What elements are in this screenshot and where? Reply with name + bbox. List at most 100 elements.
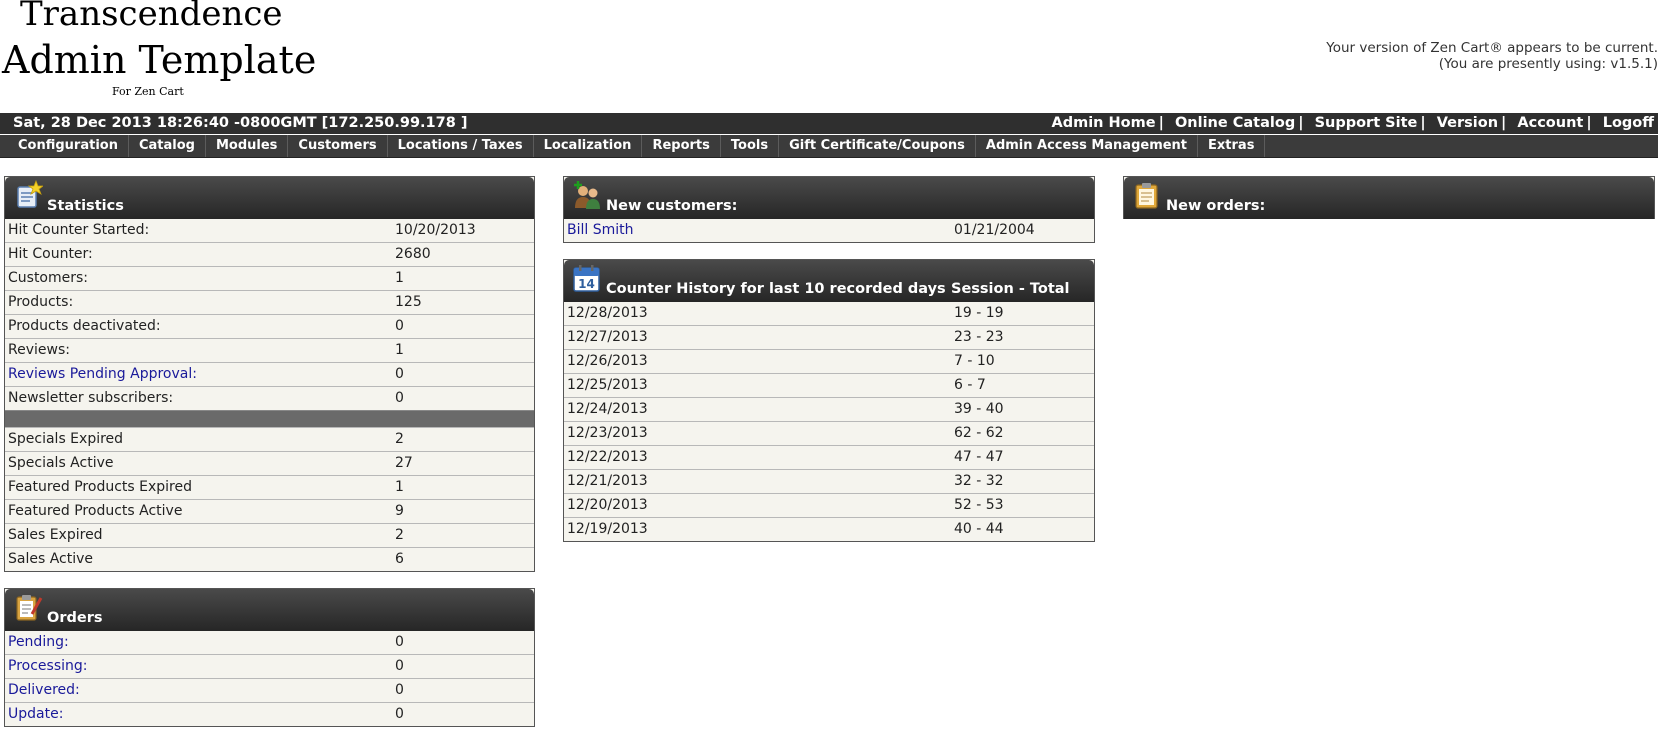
link-separator: | bbox=[1501, 115, 1507, 131]
support-site-link[interactable]: Support Site bbox=[1315, 115, 1418, 131]
stat-label: Hit Counter: bbox=[8, 246, 93, 262]
order-count: 0 bbox=[395, 634, 404, 650]
new-orders-panel: New orders: bbox=[1123, 176, 1655, 219]
server-datetime: Sat, 28 Dec 2013 18:26:40 -0800GMT [172.… bbox=[13, 115, 468, 131]
menu-configuration[interactable]: Configuration bbox=[0, 135, 129, 157]
version-link[interactable]: Version bbox=[1437, 115, 1498, 131]
stat-value: 1 bbox=[395, 270, 404, 286]
table-row: Sales Active 6 bbox=[5, 547, 534, 571]
orders-delivered-link[interactable]: Delivered: bbox=[8, 682, 80, 698]
counter-history-rows: 12/28/2013 19 - 19 12/27/2013 23 - 23 12/2… bbox=[564, 302, 1094, 541]
new-customers-panel: New customers: Bill Smith 01/21/2004 bbox=[563, 176, 1095, 243]
counter-history-header: 14 Counter History for last 10 recorded … bbox=[564, 260, 1094, 302]
new-orders-title: New orders: bbox=[1166, 198, 1266, 214]
menu-admin-access[interactable]: Admin Access Management bbox=[976, 135, 1199, 157]
table-row: Newsletter subscribers: 0 bbox=[5, 386, 534, 410]
menu-extras[interactable]: Extras bbox=[1198, 135, 1266, 157]
new-customers-title: New customers: bbox=[606, 198, 738, 214]
new-customers-rows: Bill Smith 01/21/2004 bbox=[564, 219, 1094, 242]
table-row: 12/24/2013 39 - 40 bbox=[564, 397, 1094, 421]
version-number: (You are presently using: v1.5.1) bbox=[1438, 56, 1658, 72]
stat-value: 1 bbox=[395, 479, 404, 495]
link-separator: | bbox=[1158, 115, 1164, 131]
statistics-title: Statistics bbox=[47, 198, 124, 214]
stat-value: 2 bbox=[395, 431, 404, 447]
orders-title: Orders bbox=[47, 610, 103, 626]
add-user-icon bbox=[574, 181, 600, 209]
table-row: 12/22/2013 47 - 47 bbox=[564, 445, 1094, 469]
stat-label: Featured Products Active bbox=[8, 503, 183, 519]
table-row: Reviews Pending Approval: 0 bbox=[5, 362, 534, 386]
history-count: 39 - 40 bbox=[954, 401, 1004, 417]
stat-value: 27 bbox=[395, 455, 413, 471]
counter-history-title: Counter History for last 10 recorded day… bbox=[606, 281, 946, 297]
link-separator: | bbox=[1298, 115, 1304, 131]
table-row: 12/28/2013 19 - 19 bbox=[564, 302, 1094, 325]
menu-catalog[interactable]: Catalog bbox=[129, 135, 206, 157]
table-row: Products: 125 bbox=[5, 290, 534, 314]
menu-tools[interactable]: Tools bbox=[721, 135, 780, 157]
link-separator: | bbox=[1420, 115, 1426, 131]
table-row: Processing: 0 bbox=[5, 654, 534, 678]
online-catalog-link[interactable]: Online Catalog bbox=[1175, 115, 1295, 131]
stat-label: Sales Active bbox=[8, 551, 94, 567]
stat-label: Products deactivated: bbox=[8, 318, 161, 334]
table-row: 12/20/2013 52 - 53 bbox=[564, 493, 1094, 517]
menu-reports[interactable]: Reports bbox=[642, 135, 721, 157]
admin-home-link[interactable]: Admin Home bbox=[1052, 115, 1156, 131]
statistics-panel: Statistics Hit Counter Started: 10/20/201… bbox=[4, 176, 535, 572]
table-row: Featured Products Expired 1 bbox=[5, 475, 534, 499]
table-row: Sales Expired 2 bbox=[5, 523, 534, 547]
table-row: Hit Counter: 2680 bbox=[5, 242, 534, 266]
menu-localization[interactable]: Localization bbox=[534, 135, 643, 157]
statistics-rows: Hit Counter Started: 10/20/2013 Hit Count… bbox=[5, 219, 534, 571]
table-row: 12/19/2013 40 - 44 bbox=[564, 517, 1094, 541]
table-row: 12/21/2013 32 - 32 bbox=[564, 469, 1094, 493]
statistics-icon bbox=[17, 180, 43, 208]
table-row: Bill Smith 01/21/2004 bbox=[564, 219, 1094, 242]
new-customers-header: New customers: bbox=[564, 177, 1094, 219]
menu-modules[interactable]: Modules bbox=[206, 135, 289, 157]
history-date: 12/22/2013 bbox=[567, 449, 648, 465]
stat-value: 2 bbox=[395, 527, 404, 543]
table-row: 12/25/2013 6 - 7 bbox=[564, 373, 1094, 397]
table-row: Update: 0 bbox=[5, 702, 534, 726]
account-link[interactable]: Account bbox=[1517, 115, 1583, 131]
history-date: 12/26/2013 bbox=[567, 353, 648, 369]
logoff-link[interactable]: Logoff bbox=[1603, 115, 1654, 131]
calendar-icon: 14 bbox=[573, 265, 600, 292]
orders-update-link[interactable]: Update: bbox=[8, 706, 63, 722]
history-count: 40 - 44 bbox=[954, 521, 1004, 537]
history-date: 12/27/2013 bbox=[567, 329, 648, 345]
orders-pending-link[interactable]: Pending: bbox=[8, 634, 69, 650]
stat-label: Reviews: bbox=[8, 342, 70, 358]
menu-gift-certificates[interactable]: Gift Certificate/Coupons bbox=[779, 135, 976, 157]
link-separator: | bbox=[1586, 115, 1592, 131]
stat-label: Products: bbox=[8, 294, 74, 310]
order-count: 0 bbox=[395, 682, 404, 698]
stat-label: Newsletter subscribers: bbox=[8, 390, 174, 406]
logo-line-1: Transcendence bbox=[20, 0, 283, 34]
stat-value: 0 bbox=[395, 318, 404, 334]
version-status: Your version of Zen Cart® appears to be … bbox=[1326, 40, 1658, 56]
customer-link[interactable]: Bill Smith bbox=[567, 222, 634, 238]
stat-label: Customers: bbox=[8, 270, 89, 286]
statistics-header: Statistics bbox=[5, 177, 534, 219]
history-date: 12/24/2013 bbox=[567, 401, 648, 417]
table-row: Reviews: 1 bbox=[5, 338, 534, 362]
stat-label: Specials Active bbox=[8, 455, 114, 471]
history-count: 6 - 7 bbox=[954, 377, 986, 393]
new-orders-header: New orders: bbox=[1124, 177, 1654, 219]
menu-locations-taxes[interactable]: Locations / Taxes bbox=[388, 135, 534, 157]
reviews-pending-link[interactable]: Reviews Pending Approval: bbox=[8, 366, 197, 382]
header-links: Admin Home | Online Catalog | Support Site… bbox=[1052, 115, 1655, 131]
menu-customers[interactable]: Customers bbox=[288, 135, 388, 157]
version-info: Your version of Zen Cart® appears to be … bbox=[1326, 40, 1658, 72]
order-count: 0 bbox=[395, 706, 404, 722]
counter-history-panel: 14 Counter History for last 10 recorded … bbox=[563, 259, 1095, 542]
orders-processing-link[interactable]: Processing: bbox=[8, 658, 87, 674]
svg-text:14: 14 bbox=[578, 277, 595, 291]
history-date: 12/20/2013 bbox=[567, 497, 648, 513]
stat-label: Hit Counter Started: bbox=[8, 222, 150, 238]
table-row: Pending: 0 bbox=[5, 631, 534, 654]
